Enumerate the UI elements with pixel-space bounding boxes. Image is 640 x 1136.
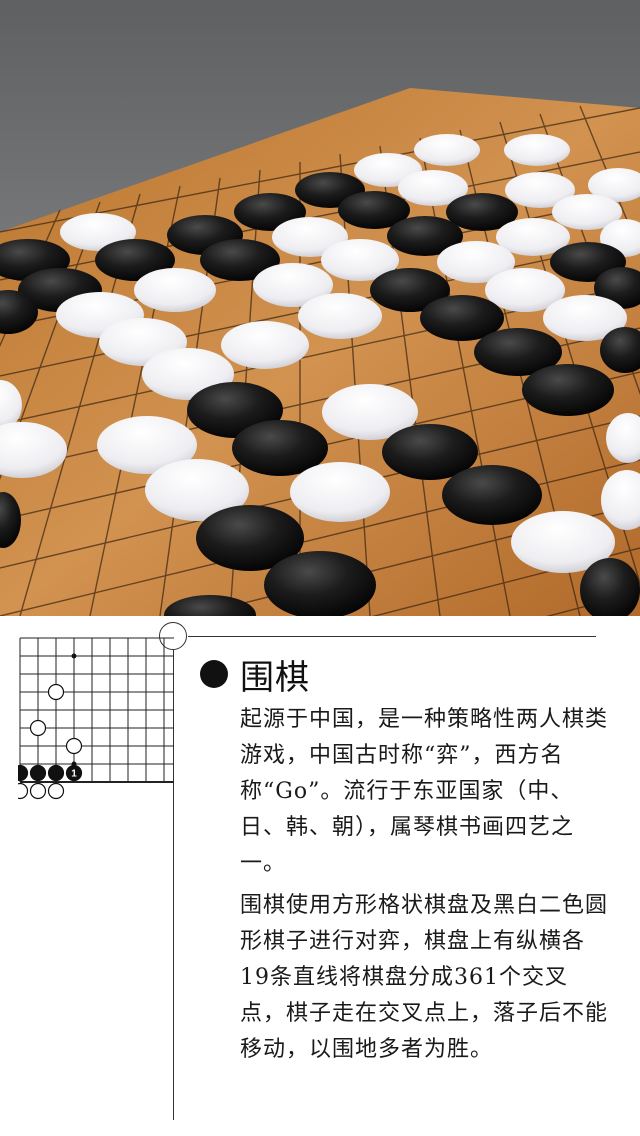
paragraph-rules: 围棋使用方形格状棋盘及黑白二色圆形棋子进行对弈，棋盘上有纵横各19条直线将棋盘分… [240,893,609,1062]
article-title: 围棋 [240,657,310,698]
white-stone [134,268,216,312]
paragraph-origin: 起源于中国，是一种策略性两人棋类游戏，中国古时称“弈”，西方名称“Go”。流行于… [240,707,609,876]
diagram-white-stone [18,782,29,800]
diagram-white-stone [29,719,47,737]
article-section: 1 围棋 起源于中国，是一种策略性两人棋类游戏，中国古时称“弈”，西方名称“Go… [0,616,640,1136]
article-body: 起源于中国，是一种策略性两人棋类游戏，中国古时称“弈”，西方名称“Go”。流行于… [240,702,610,1074]
diagram-white-stone [47,683,65,701]
black-stone [522,364,614,416]
diagram-white-stone [47,782,65,800]
white-stone [221,321,309,369]
diagram-black-stone [18,764,29,782]
white-stone [504,134,570,166]
bullet-dot-icon [200,660,228,688]
white-stone [290,462,390,522]
white-stone [414,134,480,166]
black-stone [264,551,376,616]
diagram-move-number: 1 [71,769,77,780]
go-board-illustration [0,0,640,616]
frame-line-top [188,636,596,637]
black-stone [442,465,542,525]
diagram-white-stone [29,782,47,800]
white-stone [298,293,382,339]
diagram-white-stone [65,737,83,755]
diagram-point [71,653,77,659]
diagram-black-stone [47,764,65,782]
go-board-photo [0,0,640,616]
go-diagram: 1 [18,637,174,800]
title-row: 围棋 [200,652,310,698]
diagram-black-stone [29,764,47,782]
